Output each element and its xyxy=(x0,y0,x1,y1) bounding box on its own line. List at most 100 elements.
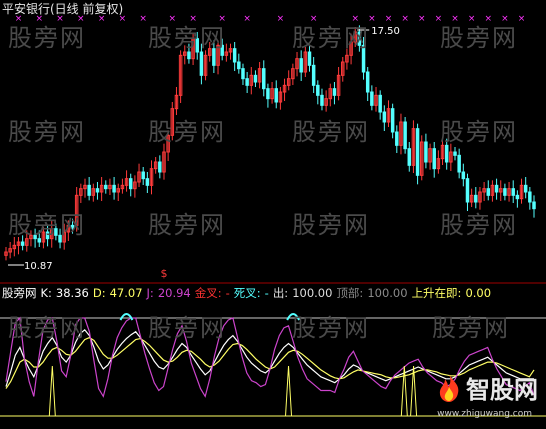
candle-body xyxy=(245,78,249,86)
candle-body xyxy=(241,68,245,80)
candle-body xyxy=(465,178,470,203)
signal-mark: × xyxy=(518,14,526,24)
rise-spike xyxy=(285,365,293,417)
site-logo: 智股网 xyxy=(436,370,538,405)
candle-body xyxy=(195,38,199,53)
logo-url: www.zhiguwang.com xyxy=(437,409,532,419)
k-value: 38.36 xyxy=(55,286,89,300)
logo-text: 智股网 xyxy=(466,376,538,404)
signal-mark: × xyxy=(401,14,409,24)
candle-body xyxy=(390,108,395,133)
exit-label: 出: xyxy=(272,286,289,300)
k-label: K: xyxy=(40,286,52,300)
dead-cross-mark xyxy=(286,313,301,321)
signal-mark: × xyxy=(169,14,177,24)
candle-body xyxy=(474,194,478,203)
d-label: D: xyxy=(92,286,106,300)
candle-body xyxy=(532,201,536,210)
candle-body xyxy=(274,88,278,103)
candle-body xyxy=(316,84,320,96)
j-label: J: xyxy=(146,286,154,300)
signal-mark: × xyxy=(351,14,359,24)
candle-body xyxy=(158,161,162,173)
candle-body xyxy=(253,74,258,83)
dead-cross-label: 死叉: xyxy=(233,286,261,300)
candle-body xyxy=(70,224,75,230)
candle-body xyxy=(237,61,241,70)
signal-mark: × xyxy=(385,14,393,24)
candle-body xyxy=(395,131,399,146)
chart-title: 平安银行(日线 前复权) xyxy=(2,2,124,16)
candle-body xyxy=(37,238,42,243)
candle-body xyxy=(528,191,532,203)
top-label: 顶部: xyxy=(336,286,364,300)
chart-canvas: × × × × × × × × × × × × × × × × × × × × × × × ×17.5010.87$ xyxy=(0,14,546,417)
candle-body xyxy=(128,178,133,190)
candle-body xyxy=(266,88,270,100)
candle-body xyxy=(511,188,515,196)
signal-mark: × xyxy=(368,14,376,24)
signal-mark: × xyxy=(451,14,459,24)
candle-body xyxy=(45,231,50,240)
candle-body xyxy=(357,31,362,46)
gold-cross-label: 金叉: xyxy=(194,286,222,300)
rise-spike xyxy=(48,365,56,417)
candle-body xyxy=(365,71,370,93)
candle-body xyxy=(299,58,303,73)
gold-cross-value: - xyxy=(225,286,230,300)
candle-body xyxy=(486,188,491,196)
candle-body xyxy=(461,171,466,180)
candle-body xyxy=(515,194,520,200)
candle-body xyxy=(453,151,457,156)
rise-label: 上升在即: xyxy=(411,286,462,300)
candle-body xyxy=(87,184,91,196)
candle-body xyxy=(378,94,382,113)
d-value: 47.07 xyxy=(109,286,143,300)
candle-body xyxy=(262,68,266,90)
exit-value: 100.00 xyxy=(292,286,333,300)
signal-mark: × xyxy=(468,14,476,24)
candle-body xyxy=(424,141,428,163)
candle-body xyxy=(95,188,100,193)
flame-icon xyxy=(439,373,459,402)
candle-body xyxy=(415,128,420,176)
candle-body xyxy=(403,121,407,150)
signal-mark: × xyxy=(501,14,509,24)
indicator-name: 股旁网 xyxy=(2,286,37,300)
candle-body xyxy=(407,148,412,166)
candle-body xyxy=(220,44,224,56)
candle-body xyxy=(320,94,324,106)
candle-body xyxy=(232,48,237,63)
dead-cross-mark xyxy=(119,313,134,321)
signal-mark: × xyxy=(189,14,197,24)
rise-value: 0.00 xyxy=(465,286,492,300)
candle-body xyxy=(503,188,507,196)
candle-body xyxy=(311,64,316,86)
candle-body xyxy=(432,148,436,170)
signal-mark: × xyxy=(277,14,285,24)
candle-body xyxy=(112,184,116,193)
candle-body xyxy=(20,241,25,246)
candle-body xyxy=(104,184,108,190)
high-annotation: 17.50 xyxy=(371,26,400,37)
signal-mark: × xyxy=(484,14,492,24)
candle-body xyxy=(370,91,374,106)
candle-body xyxy=(332,88,337,96)
signal-mark: × xyxy=(310,14,318,24)
candle-body xyxy=(494,184,499,193)
candle-body xyxy=(199,51,204,76)
signal-mark: × xyxy=(218,14,226,24)
candle-body xyxy=(523,184,528,193)
candle-body xyxy=(54,228,58,236)
candle-body xyxy=(382,111,387,123)
dead-cross-value: - xyxy=(264,286,269,300)
signal-mark: × xyxy=(139,14,147,24)
candle-body xyxy=(212,48,216,66)
candle-body xyxy=(187,51,191,60)
signal-mark: × xyxy=(435,14,443,24)
signal-mark: × xyxy=(243,14,251,24)
candle-body xyxy=(307,51,312,66)
candle-body xyxy=(444,144,449,163)
signal-mark: × xyxy=(418,14,426,24)
chart-stage: × × × × × × × × × × × × × × × × × × × × × × × × 17.50 10.87 $ 平安银行… xyxy=(0,0,546,425)
